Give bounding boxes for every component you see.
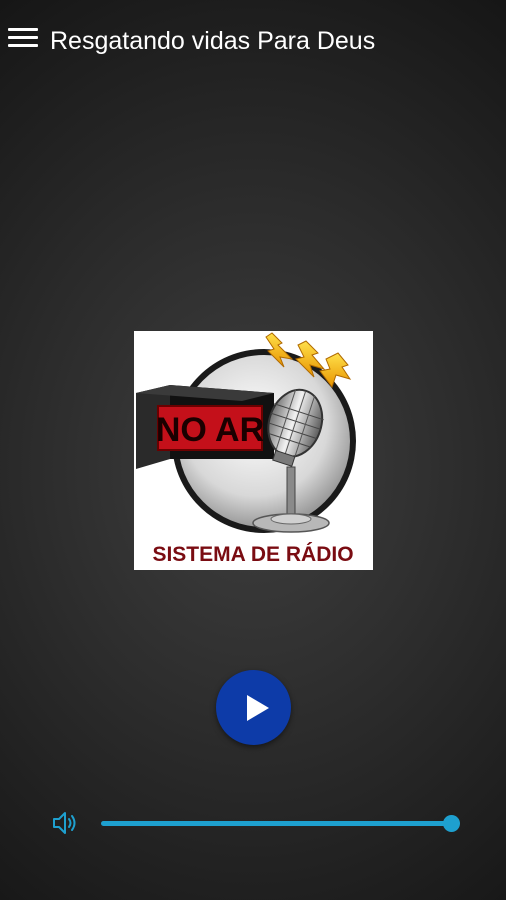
volume-slider-thumb[interactable] (443, 815, 460, 832)
volume-slider[interactable] (101, 815, 460, 832)
hamburger-menu-icon[interactable] (6, 24, 40, 54)
play-icon (247, 695, 269, 721)
logo-caption: SISTEMA DE RÁDIO (152, 543, 353, 566)
app-bar: Resgatando vidas Para Deus (0, 0, 506, 80)
volume-level-fill (101, 821, 451, 826)
speaker-volume-icon[interactable] (52, 810, 80, 836)
station-logo: NO AR SISTEMA DE RÁDIO (134, 331, 373, 570)
play-button[interactable] (216, 670, 291, 745)
sign-text: NO AR (156, 411, 264, 449)
app-title: Resgatando vidas Para Deus (50, 27, 376, 55)
